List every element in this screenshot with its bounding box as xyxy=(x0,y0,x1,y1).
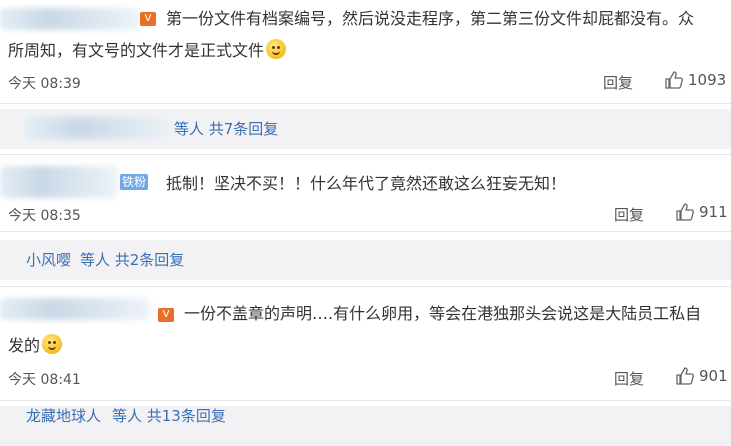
comment-text-line2: 发的 xyxy=(8,331,63,360)
like-count: 911 xyxy=(699,203,728,221)
username-blurred[interactable] xyxy=(0,8,140,30)
comment-time: 今天 08:39 xyxy=(8,76,81,92)
like-count: 1093 xyxy=(688,71,727,89)
like-button[interactable]: 901 xyxy=(675,367,728,385)
vip-badge-icon: V xyxy=(140,12,156,26)
username-blurred[interactable] xyxy=(0,166,118,198)
reply-thread-summary[interactable]: 小风嘤 等人 共2条回复 xyxy=(0,240,731,280)
reply-button[interactable]: 回复 xyxy=(603,72,633,93)
username-blurred[interactable] xyxy=(26,117,176,139)
vip-badge-icon: V xyxy=(158,308,174,322)
like-button[interactable]: 1093 xyxy=(664,71,726,89)
reply-author-link[interactable]: 龙藏地球人 xyxy=(26,406,101,426)
thumbs-up-icon xyxy=(676,203,694,221)
like-button[interactable]: 911 xyxy=(675,203,728,221)
reply-count-link[interactable]: 等人 共7条回复 xyxy=(174,109,278,149)
thumbs-up-icon xyxy=(676,367,694,385)
divider xyxy=(0,103,731,104)
thumbs-up-icon xyxy=(665,71,683,89)
reply-count-link[interactable]: 等人 共2条回复 xyxy=(80,240,184,280)
like-count: 901 xyxy=(699,367,728,385)
divider xyxy=(0,231,731,232)
reply-button[interactable]: 回复 xyxy=(614,204,644,225)
divider xyxy=(0,286,731,287)
comment-text: 抵制！坚决不买！！什么年代了竟然还敢这么狂妄无知！ xyxy=(166,174,567,193)
comment-text: 第一份文件有档案编号，然后说没走程序，第二第三份文件却屁都没有。众 xyxy=(166,9,695,28)
divider xyxy=(0,154,731,155)
username-blurred[interactable] xyxy=(0,298,150,320)
comment-time: 今天 08:41 xyxy=(8,372,81,388)
divider xyxy=(0,400,731,401)
reply-thread-summary[interactable]: 等人 共7条回复 xyxy=(0,109,731,149)
reply-count-link[interactable]: 等人 共13条回复 xyxy=(112,406,226,426)
comment-text: 一份不盖章的声明….有什么卵用，等会在港独那头会说这是大陆员工私自 xyxy=(184,304,702,323)
smile-emoji-icon xyxy=(266,39,287,59)
reply-author-link[interactable]: 小风嘤 xyxy=(26,240,71,280)
smile-emoji-icon xyxy=(42,334,63,354)
reply-thread-summary[interactable]: 龙藏地球人 等人 共13条回复 xyxy=(0,406,731,446)
fans-badge: 铁粉 xyxy=(120,174,149,190)
comment-text-line2: 所周知，有文号的文件才是正式文件 xyxy=(8,36,287,65)
reply-button[interactable]: 回复 xyxy=(614,368,644,389)
comment-time: 今天 08:35 xyxy=(8,208,81,224)
